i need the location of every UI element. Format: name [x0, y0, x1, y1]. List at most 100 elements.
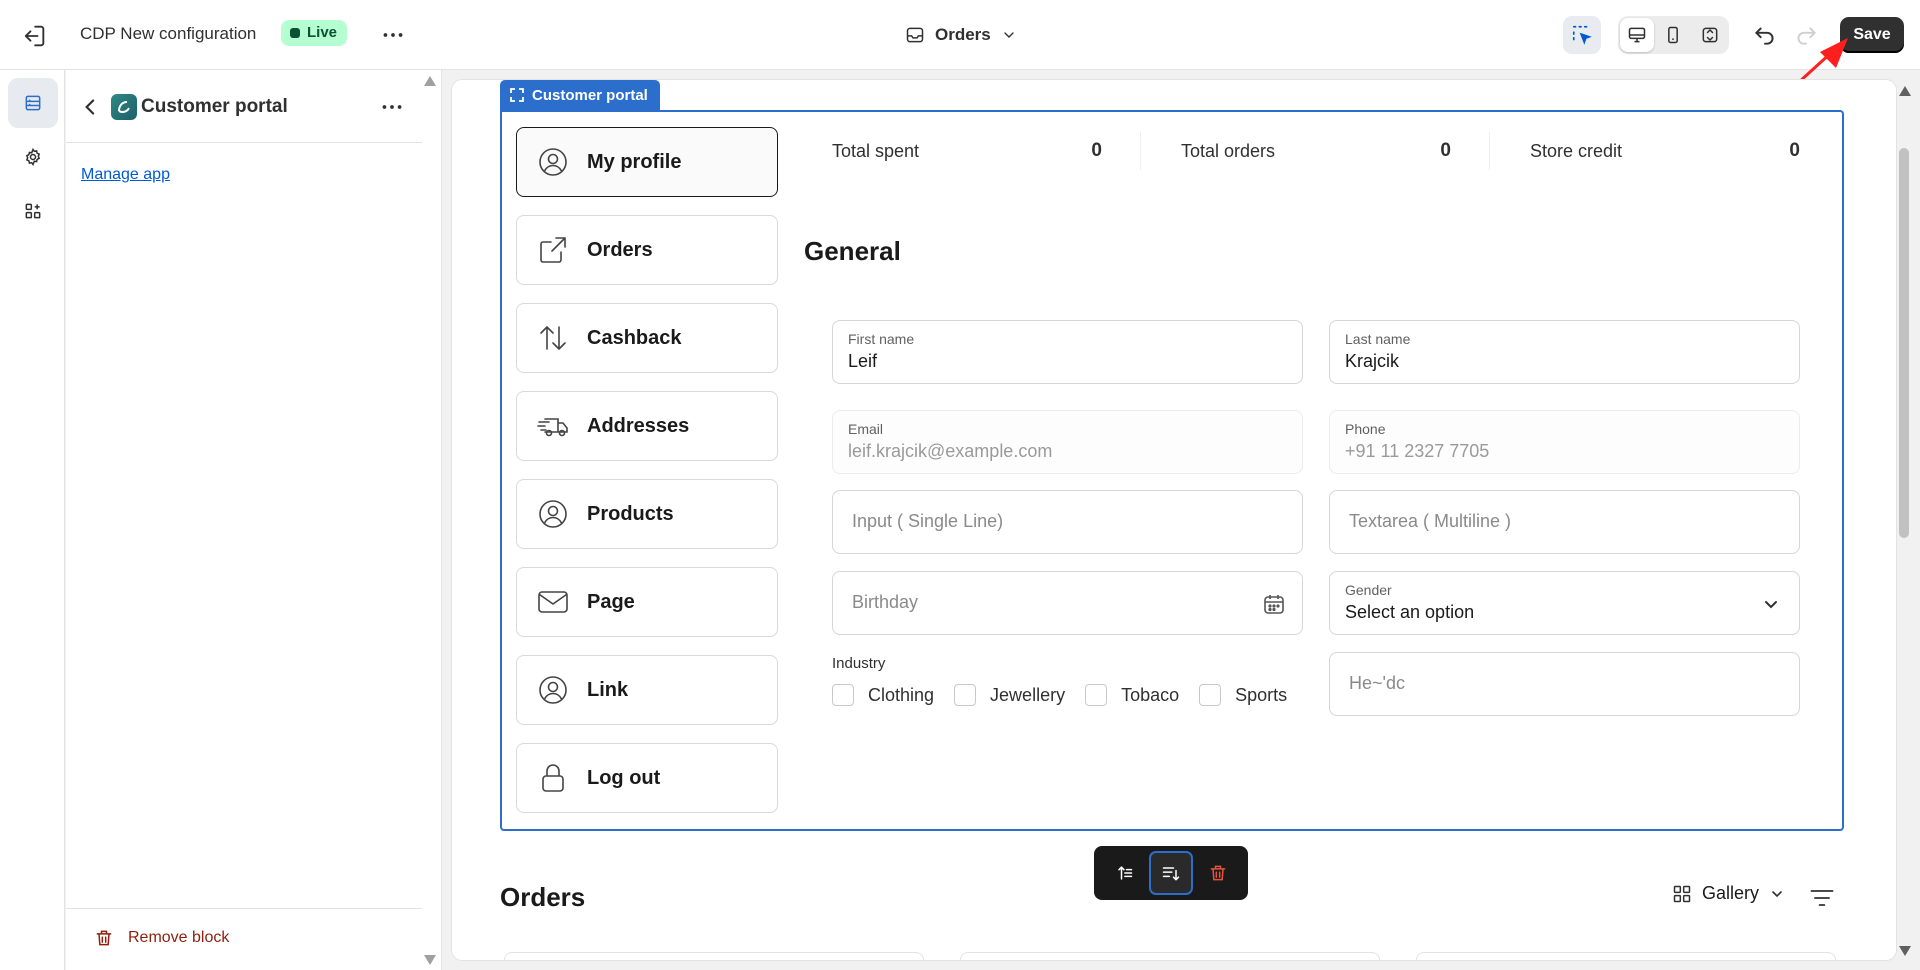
first-name-field[interactable]: First name Leif — [832, 320, 1303, 384]
fullscreen-view-button[interactable] — [1693, 18, 1727, 52]
template-name: Orders — [935, 25, 991, 44]
view-mode-dropdown[interactable]: Gallery — [1672, 883, 1785, 904]
order-card[interactable] — [1416, 952, 1836, 960]
status-dot-icon — [290, 28, 300, 38]
checkbox[interactable] — [954, 684, 977, 706]
move-up-button[interactable] — [1102, 851, 1146, 895]
field-value: Leif — [848, 351, 878, 371]
lock-icon — [542, 764, 564, 792]
option-label: Tobaco — [1121, 684, 1180, 705]
mobile-view-button[interactable] — [1656, 18, 1690, 52]
nav-addresses[interactable]: Addresses — [516, 391, 778, 461]
nav-cashback[interactable]: Cashback — [516, 303, 778, 373]
checkbox[interactable] — [832, 684, 854, 706]
phone-field[interactable]: Phone +91 11 2327 7705 — [1329, 410, 1800, 474]
industry-option-jewellery[interactable]: Jewellery — [954, 684, 1065, 706]
scroll-down-icon[interactable] — [424, 955, 436, 965]
industry-label: Industry — [832, 655, 886, 672]
last-name-field[interactable]: Last name Krajcik — [1329, 320, 1800, 384]
inbox-icon — [906, 27, 924, 43]
canvas-scrollbar[interactable] — [1896, 80, 1914, 960]
block-toolbar — [1094, 846, 1248, 900]
filter-icon[interactable] — [1808, 884, 1836, 912]
extra-field[interactable]: He~'dc — [1329, 652, 1800, 716]
nav-label: Orders — [587, 238, 653, 261]
exit-icon[interactable] — [20, 22, 48, 50]
option-label: Clothing — [868, 684, 935, 705]
nav-my-profile[interactable]: My profile — [516, 127, 778, 197]
chevron-down-icon — [1004, 32, 1014, 38]
single-line-input[interactable]: Input ( Single Line) — [832, 490, 1303, 554]
nav-label: Cashback — [587, 326, 682, 349]
nav-label: Link — [587, 678, 629, 701]
device-toggle — [1618, 16, 1729, 54]
envelope-icon — [538, 591, 568, 613]
industry-option-clothing[interactable]: Clothing — [832, 684, 934, 706]
grid-icon — [1673, 885, 1691, 902]
panel-title: Customer portal — [141, 96, 288, 117]
apps-icon — [25, 203, 41, 219]
move-down-button[interactable] — [1148, 851, 1193, 895]
scroll-up-icon[interactable] — [424, 76, 436, 86]
user-circle-icon — [539, 676, 567, 704]
chevron-down-icon — [1765, 601, 1777, 609]
nav-products[interactable]: Products — [516, 479, 778, 549]
user-circle-icon — [539, 500, 567, 528]
block-label[interactable]: Customer portal — [500, 80, 660, 110]
stat-divider — [1140, 132, 1141, 170]
order-card[interactable] — [960, 952, 1380, 960]
nav-label: Page — [587, 590, 635, 613]
more-actions-icon[interactable] — [380, 22, 406, 48]
move-down-icon — [1162, 867, 1180, 881]
email-field[interactable]: Email leif.krajcik@example.com — [832, 410, 1303, 474]
scroll-up-icon[interactable] — [1899, 86, 1911, 96]
status-badge: Live — [281, 20, 348, 46]
field-label: Phone — [1345, 421, 1386, 437]
select-tool-button[interactable] — [1563, 16, 1601, 54]
field-label: Last name — [1345, 331, 1411, 347]
birthday-field[interactable]: Birthday — [832, 571, 1303, 635]
checkbox[interactable] — [1085, 684, 1108, 706]
arrows-up-down-icon — [540, 326, 566, 350]
remove-block-label: Remove block — [128, 929, 230, 946]
save-button[interactable]: Save — [1840, 17, 1904, 53]
nav-label: Products — [587, 502, 674, 525]
app-logo-icon — [111, 94, 137, 120]
field-label: Email — [848, 421, 884, 437]
stat-value: 0 — [1440, 140, 1451, 161]
option-label: Jewellery — [990, 684, 1066, 705]
rail-settings-button[interactable] — [8, 132, 58, 182]
mobile-icon — [1668, 26, 1679, 44]
multiline-textarea[interactable]: Textarea ( Multiline ) — [1329, 490, 1800, 554]
panel-footer: Remove block — [66, 908, 422, 970]
field-label: Gender — [1345, 582, 1392, 598]
stat-label: Total orders — [1181, 140, 1276, 161]
side-panel: Customer portal Manage app Remove block — [66, 70, 442, 970]
more-options-icon[interactable] — [379, 94, 405, 120]
redo-icon[interactable] — [1793, 22, 1819, 48]
nav-link[interactable]: Link — [516, 655, 778, 725]
industry-option-tobaco[interactable]: Tobaco — [1085, 684, 1179, 706]
rail-apps-button[interactable] — [8, 186, 58, 236]
stat-divider — [1489, 132, 1490, 170]
back-arrow-icon[interactable] — [78, 94, 104, 120]
rail-sections-button[interactable] — [8, 78, 58, 128]
nav-log-out[interactable]: Log out — [516, 743, 778, 813]
nav-orders[interactable]: Orders — [516, 215, 778, 285]
remove-block-button[interactable]: Remove block — [94, 927, 229, 949]
checkbox[interactable] — [1199, 684, 1222, 706]
manage-app-link[interactable]: Manage app — [81, 164, 170, 186]
industry-option-sports[interactable]: Sports — [1199, 684, 1287, 706]
undo-icon[interactable] — [1752, 22, 1778, 48]
scrollbar-thumb[interactable] — [1899, 148, 1909, 538]
gender-select[interactable]: Gender Select an option — [1329, 571, 1800, 635]
template-selector[interactable]: Orders — [905, 18, 1017, 52]
order-card[interactable] — [504, 952, 924, 960]
nav-page[interactable]: Page — [516, 567, 778, 637]
calendar-icon[interactable] — [1262, 592, 1286, 616]
cursor-select-icon — [1572, 25, 1592, 45]
left-rail — [0, 70, 65, 970]
desktop-view-button[interactable] — [1620, 18, 1655, 52]
scroll-down-icon[interactable] — [1899, 946, 1911, 956]
delete-block-button[interactable] — [1196, 851, 1240, 895]
